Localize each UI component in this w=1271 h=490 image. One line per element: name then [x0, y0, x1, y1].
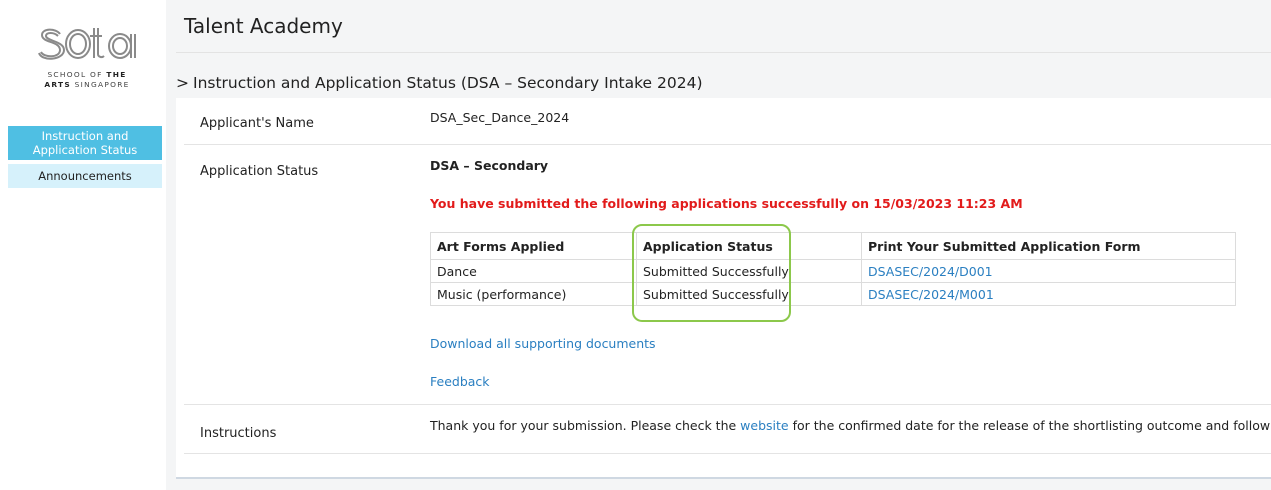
app-title: Talent Academy [184, 14, 343, 38]
logo-arts-line: ARTS SINGAPORE [44, 80, 130, 89]
form-link-cell: DSASEC/2024/M001 [861, 282, 1236, 306]
header-divider [176, 52, 1271, 53]
table-row: Music (performance) Submitted Successful… [430, 282, 1236, 306]
application-status-label: Application Status [200, 164, 319, 179]
school-logo[interactable]: SCHOOL OF THE ARTS SINGAPORE [36, 22, 138, 102]
page-title: > Instruction and Application Status (DSA… [176, 74, 703, 92]
applications-table: Art Forms Applied Application Status Pri… [430, 232, 1236, 306]
application-form-link[interactable]: DSASEC/2024/M001 [868, 287, 994, 302]
instructions-text-start: Thank you for your submission. Please ch… [430, 418, 741, 433]
row-divider [184, 453, 1271, 454]
sidebar-item-announcements[interactable]: Announcements [8, 164, 162, 188]
logo-school-line: SCHOOL OF THE [47, 70, 127, 79]
table-header-row: Art Forms Applied Application Status Pri… [430, 232, 1236, 260]
page-title-text: Instruction and Application Status (DSA … [193, 74, 703, 92]
applicant-name-value: DSA_Sec_Dance_2024 [430, 110, 570, 125]
row-divider [184, 404, 1271, 405]
sidebar-item-instruction-and-application-status[interactable]: Instruction and Application Status [8, 126, 162, 160]
feedback-link[interactable]: Feedback [430, 374, 490, 389]
website-link[interactable]: website [740, 418, 788, 433]
status-cell: Submitted Successfully [636, 259, 862, 283]
status-cell: Submitted Successfully [636, 282, 862, 306]
applicant-name-label: Applicant's Name [200, 116, 314, 131]
chevron-right-icon: > [176, 74, 189, 92]
form-link-cell: DSASEC/2024/D001 [861, 259, 1236, 283]
application-form-link[interactable]: DSASEC/2024/D001 [868, 264, 993, 279]
sota-logo-mark [38, 28, 136, 60]
instructions-text-end: for the confirmed date for the release o… [788, 418, 1271, 433]
download-documents-link[interactable]: Download all supporting documents [430, 336, 656, 351]
column-header-art-forms: Art Forms Applied [430, 232, 637, 260]
row-divider [184, 144, 1271, 145]
success-message: You have submitted the following applica… [430, 196, 1023, 211]
art-form-cell: Music (performance) [430, 282, 637, 306]
application-status-heading: DSA – Secondary [430, 158, 549, 173]
art-form-cell: Dance [430, 259, 637, 283]
column-header-application-status: Application Status [636, 232, 862, 260]
sidebar: SCHOOL OF THE ARTS SINGAPORE Instruction… [0, 0, 166, 490]
application-details-panel: Applicant's Name DSA_Sec_Dance_2024 Appl… [176, 98, 1271, 479]
table-row: Dance Submitted Successfully DSASEC/2024… [430, 259, 1236, 283]
instructions-label: Instructions [200, 426, 277, 441]
instructions-text: Thank you for your submission. Please ch… [430, 418, 1271, 433]
column-header-print-form: Print Your Submitted Application Form [861, 232, 1236, 260]
